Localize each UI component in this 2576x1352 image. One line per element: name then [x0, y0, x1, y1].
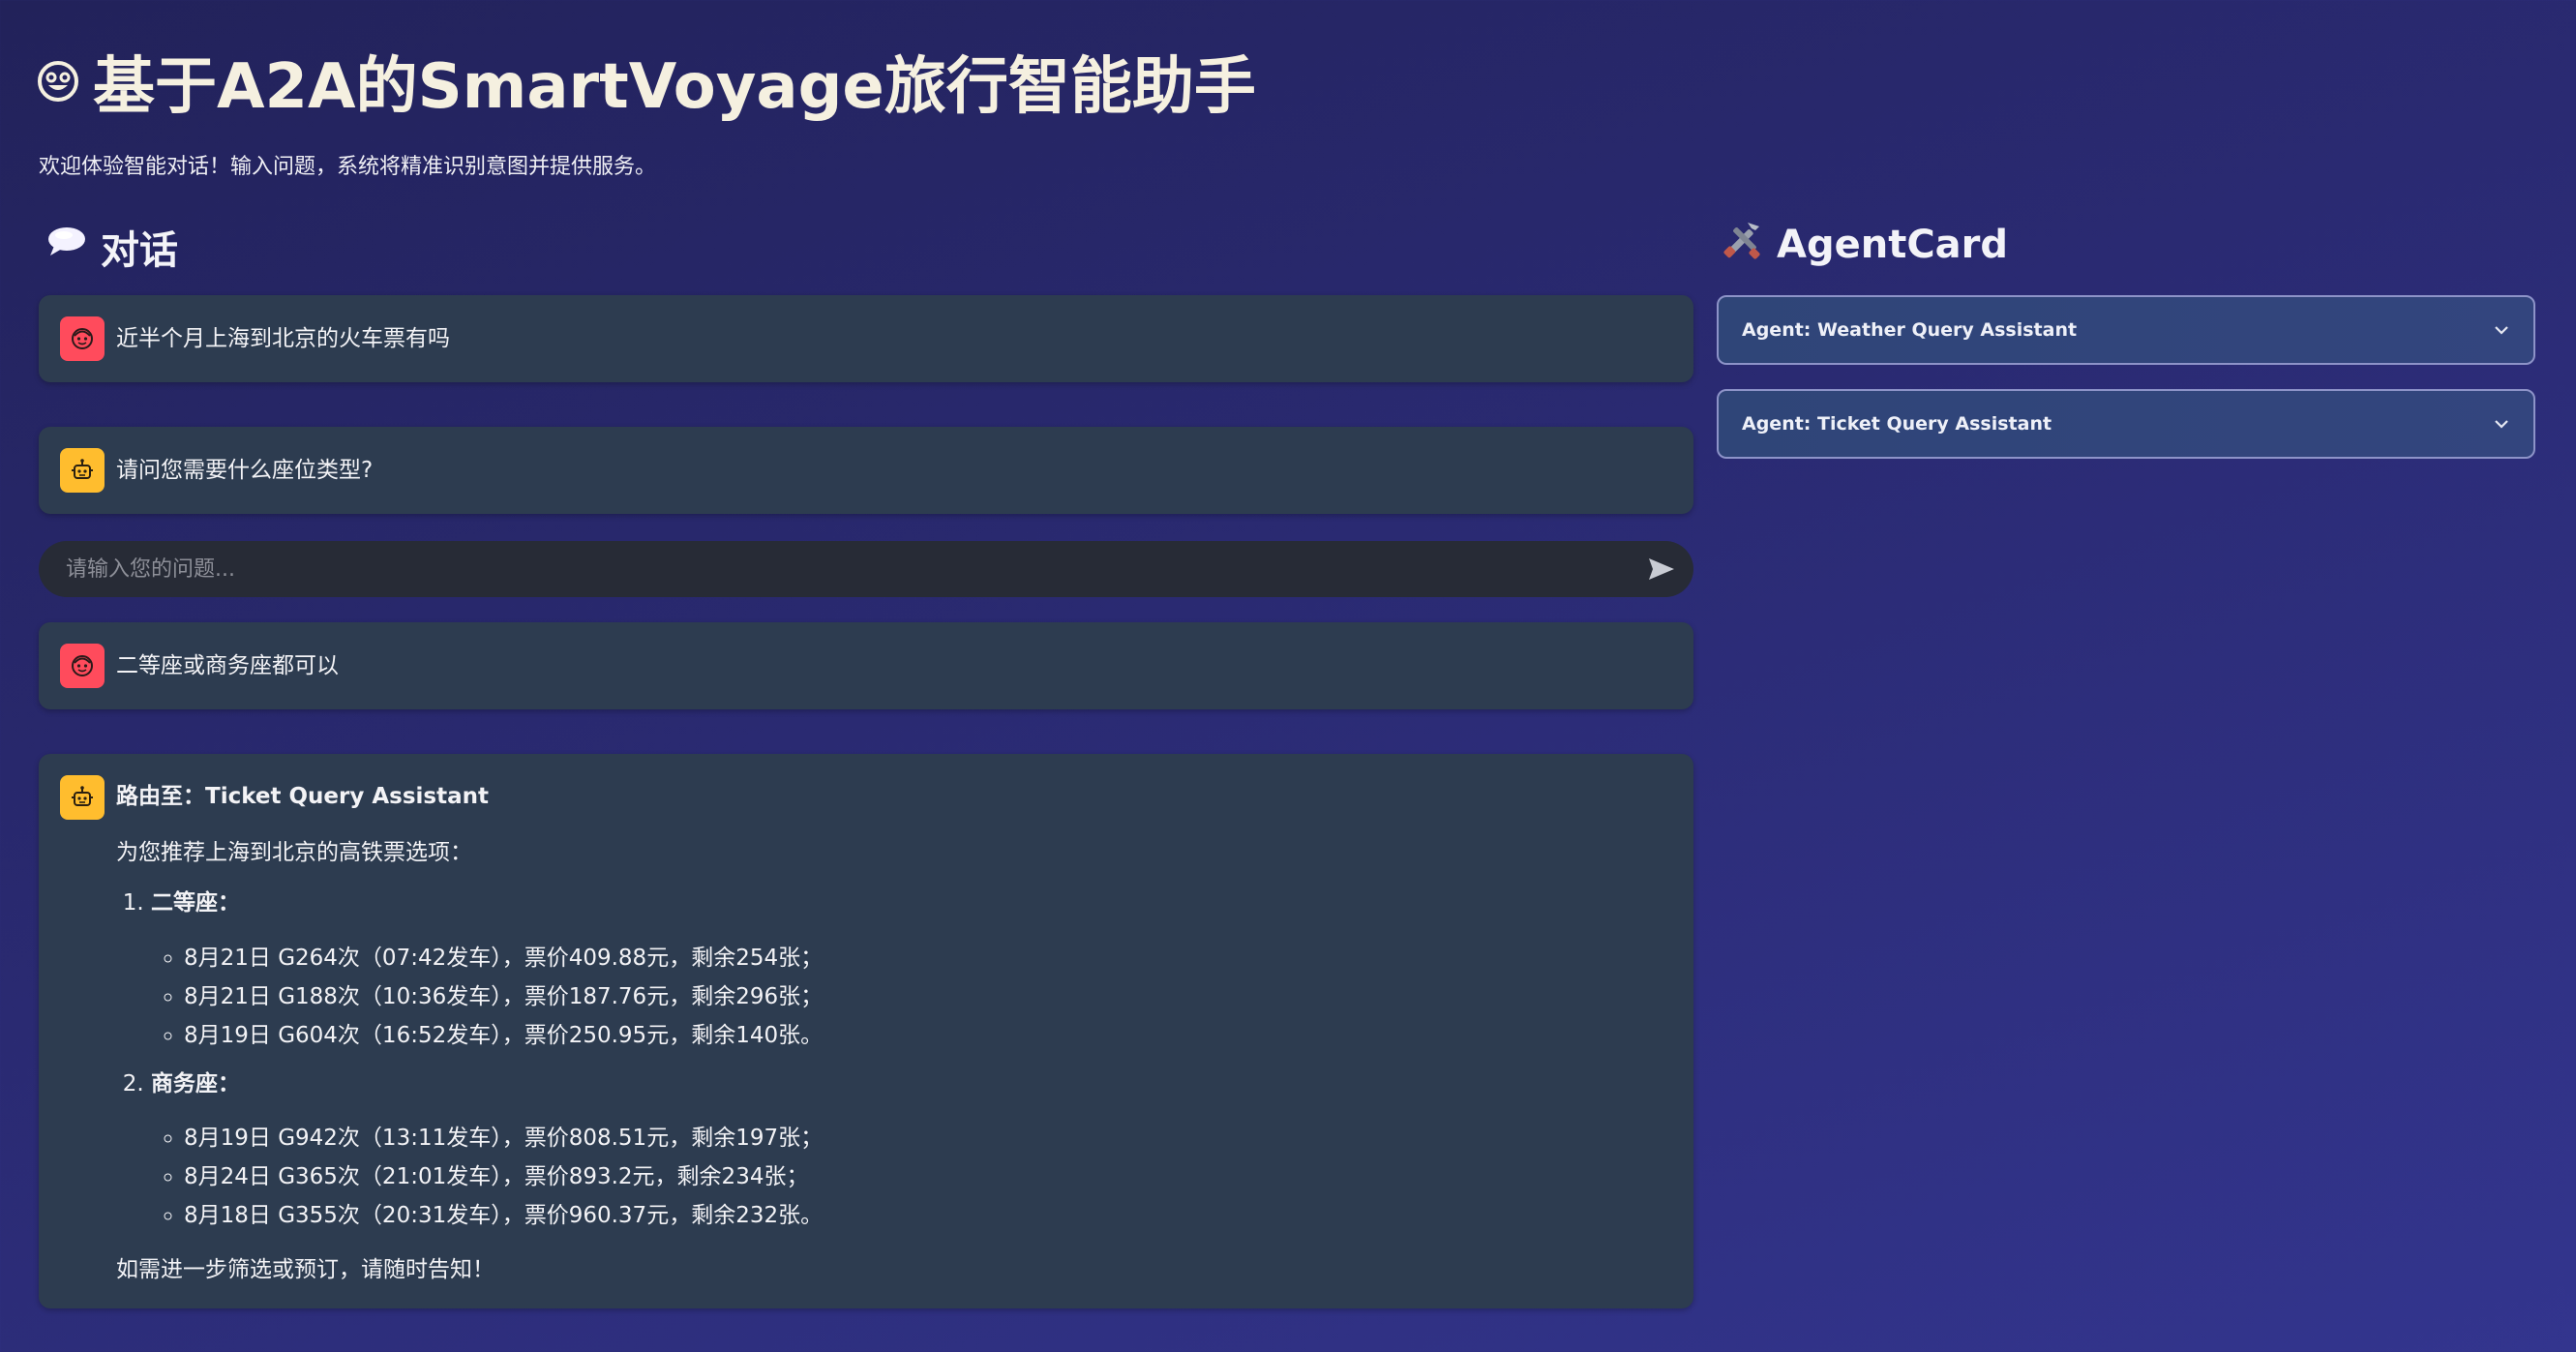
tools-icon	[1721, 219, 1763, 271]
response-intro: 为您推荐上海到北京的高铁票选项：	[116, 840, 472, 866]
page-title-text: 基于A2A的SmartVoyage旅行智能助手	[93, 51, 1256, 123]
page-subtitle: 欢迎体验智能对话！输入问题，系统将精准识别意图并提供服务。	[39, 155, 657, 179]
seat-category-name: 二等座：	[151, 890, 240, 916]
chat-heading-label: 对话	[101, 228, 178, 273]
send-button[interactable]	[1645, 553, 1678, 586]
ticket-item: 8月19日 G604次（16:52发车），票价250.95元，剩余140张。	[184, 1016, 823, 1055]
send-icon	[1649, 558, 1674, 580]
chat-message-user: 近半个月上海到北京的火车票有吗	[39, 295, 1693, 382]
chat-message-text: 二等座或商务座都可以	[116, 652, 339, 678]
seat-category-name: 商务座：	[151, 1070, 240, 1097]
chat-message-text: 近半个月上海到北京的火车票有吗	[116, 325, 450, 351]
chat-heading: 对话	[46, 219, 178, 275]
ticket-item: 8月19日 G942次（13:11发车），票价808.51元，剩余197张；	[184, 1119, 823, 1157]
ticket-item: 8月24日 G365次（21:01发车），票价893.2元，剩余234张；	[184, 1157, 823, 1196]
chat-message-user: 二等座或商务座都可以	[39, 622, 1693, 709]
user-avatar-icon	[60, 644, 105, 688]
agentcard-panel: Agent: Weather Query Assistant Agent: Ti…	[1717, 295, 2535, 483]
user-avatar-icon	[60, 316, 105, 361]
agentcard-heading-label: AgentCard	[1777, 223, 2009, 267]
chat-message-assistant: 请问您需要什么座位类型?	[39, 427, 1693, 514]
seat-category: 商务座： 8月19日 G942次（13:11发车），票价808.51元，剩余19…	[151, 1068, 823, 1235]
smiley-icon	[37, 60, 79, 103]
agent-card-label: Agent: Ticket Query Assistant	[1742, 413, 2052, 435]
chat-panel: 近半个月上海到北京的火车票有吗 请问您需要什么座位类型? 请输入您的问题... …	[39, 295, 1693, 1352]
bot-avatar-icon	[60, 775, 105, 820]
chat-input[interactable]	[64, 556, 1645, 583]
ticket-item: 8月21日 G264次（07:42发车），票价409.88元，剩余254张；	[184, 939, 823, 977]
agent-card-label: Agent: Weather Query Assistant	[1742, 319, 2078, 341]
bot-avatar-icon	[60, 448, 105, 493]
ticket-item: 8月21日 G188次（10:36发车），票价187.76元，剩余296张；	[184, 977, 823, 1016]
speech-bubble-icon	[46, 225, 87, 269]
chevron-down-icon	[2493, 415, 2510, 433]
chat-message-text: 请问您需要什么座位类型?	[116, 457, 374, 483]
chat-input-bar	[39, 541, 1693, 597]
agentcard-heading: AgentCard	[1721, 219, 2008, 271]
seat-category-list: 二等座： 8月21日 G264次（07:42发车），票价409.88元，剩余25…	[116, 887, 823, 1234]
agent-card-ticket[interactable]: Agent: Ticket Query Assistant	[1717, 389, 2535, 459]
chevron-down-icon	[2493, 321, 2510, 339]
response-body: 路由至：Ticket Query Assistant 为您推荐上海到北京的高铁票…	[116, 775, 823, 1285]
ticket-list: 8月21日 G264次（07:42发车），票价409.88元，剩余254张； 8…	[151, 939, 823, 1055]
agent-card-weather[interactable]: Agent: Weather Query Assistant	[1717, 295, 2535, 365]
response-outro: 如需进一步筛选或预订，请随时告知！	[116, 1256, 494, 1282]
ticket-item: 8月18日 G355次（20:31发车），票价960.37元，剩余232张。	[184, 1196, 823, 1235]
ticket-list: 8月19日 G942次（13:11发车），票价808.51元，剩余197张； 8…	[151, 1119, 823, 1235]
page-title: 基于A2A的SmartVoyage旅行智能助手	[37, 37, 1256, 126]
seat-category: 二等座： 8月21日 G264次（07:42发车），票价409.88元，剩余25…	[151, 887, 823, 1054]
route-label: 路由至：Ticket Query Assistant	[116, 784, 489, 809]
chat-message-assistant-response: 路由至：Ticket Query Assistant 为您推荐上海到北京的高铁票…	[39, 754, 1693, 1308]
